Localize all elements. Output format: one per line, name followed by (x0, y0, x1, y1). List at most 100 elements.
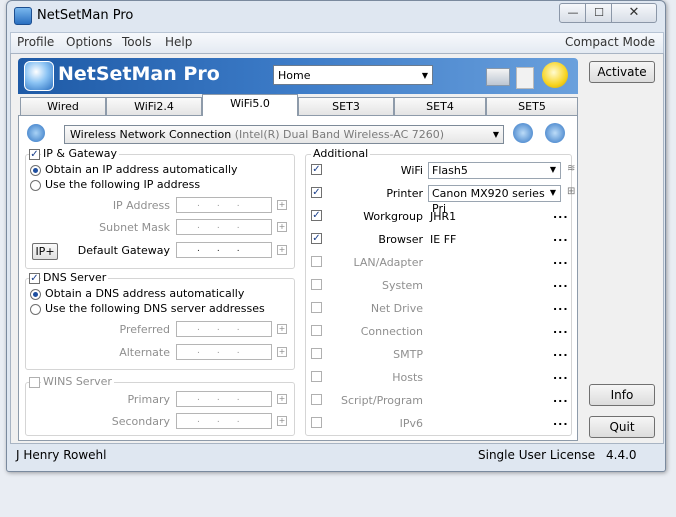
subnet-mask-plus-icon[interactable]: + (277, 222, 287, 232)
activate-button[interactable]: Activate (589, 61, 655, 83)
additional-row-label: Workgroup (363, 210, 423, 223)
additional-row-checkbox[interactable] (311, 348, 322, 359)
preferred-dns-input[interactable]: ... (176, 321, 272, 337)
more-options-button[interactable]: ... (553, 254, 569, 267)
status-license: Single User License (478, 448, 596, 462)
additional-row: ✓ WiFi Flash5 ▼ ≋ (305, 161, 575, 181)
additional-row-checkbox[interactable] (311, 371, 322, 382)
window-title: NetSetMan Pro (37, 8, 134, 23)
additional-row-value: IE FF (430, 233, 457, 246)
wifi-scan-icon[interactable]: ≋ (567, 163, 575, 174)
minimize-button[interactable]: — (559, 3, 587, 23)
default-gateway-plus-icon[interactable]: + (277, 245, 287, 255)
menu-profile[interactable]: Profile (17, 35, 54, 49)
add-adapter-icon[interactable] (27, 124, 45, 142)
printer-add-icon[interactable]: ⊞ (567, 186, 575, 197)
network-icon[interactable] (486, 68, 510, 86)
ip-gateway-group: ✓ IP & Gateway Obtain an IP address auto… (25, 147, 295, 269)
subnet-mask-input[interactable]: ... (176, 219, 272, 235)
chevron-down-icon: ▼ (549, 165, 556, 174)
wins-primary-input[interactable]: ... (176, 391, 272, 407)
status-bar: J Henry Rowehl Single User License 4.4.0 (10, 444, 662, 466)
additional-row-checkbox[interactable] (311, 256, 322, 267)
dns-group: ✓ DNS Server Obtain a DNS address automa… (25, 271, 295, 370)
default-gateway-input[interactable]: ... (176, 242, 272, 258)
ip-manual-radio[interactable] (30, 180, 41, 191)
banner-icons (480, 62, 575, 92)
menu-tools[interactable]: Tools (122, 35, 152, 49)
ip-plus-button[interactable]: IP+ (32, 243, 58, 260)
chevron-down-icon: ▼ (421, 71, 428, 80)
wins-secondary-label: Secondary (111, 415, 170, 428)
lightbulb-icon[interactable] (542, 62, 568, 88)
dns-auto-radio[interactable] (30, 289, 41, 300)
tab-wifi24[interactable]: WiFi2.4 (106, 97, 202, 115)
ip-address-plus-icon[interactable]: + (277, 200, 287, 210)
wins-checkbox[interactable] (29, 377, 40, 388)
more-options-button[interactable]: ... (553, 346, 569, 359)
maximize-button[interactable]: ☐ (585, 3, 613, 23)
tab-set3[interactable]: SET3 (298, 97, 394, 115)
additional-row: ✓ Workgroup JHR1... (305, 207, 572, 227)
more-options-button[interactable]: ... (553, 323, 569, 336)
additional-row: Hosts... (305, 368, 572, 388)
dns-manual-radio[interactable] (30, 304, 41, 315)
adapter-name: Wireless Network Connection (70, 128, 232, 141)
profile-select[interactable]: Home ▼ (273, 65, 433, 85)
additional-row-checkbox[interactable]: ✓ (311, 164, 322, 175)
tab-wifi50[interactable]: WiFi5.0 (202, 94, 298, 116)
refresh-icon[interactable] (513, 123, 533, 143)
additional-row-checkbox[interactable] (311, 394, 322, 405)
subnet-mask-label: Subnet Mask (99, 221, 170, 234)
document-icon[interactable] (516, 67, 534, 89)
tab-set5[interactable]: SET5 (486, 97, 578, 115)
info-button[interactable]: Info (589, 384, 655, 406)
additional-row: System... (305, 276, 572, 296)
alternate-dns-plus-icon[interactable]: + (277, 347, 287, 357)
netsetman-logo-icon (24, 61, 54, 91)
additional-row-checkbox[interactable] (311, 279, 322, 290)
additional-row-checkbox[interactable]: ✓ (311, 187, 322, 198)
close-button[interactable]: ✕ (611, 3, 657, 23)
more-options-button[interactable]: ... (553, 277, 569, 290)
adapter-select[interactable]: Wireless Network Connection (Intel(R) Du… (64, 125, 504, 144)
additional-row-checkbox[interactable] (311, 325, 322, 336)
ip-gateway-checkbox[interactable]: ✓ (29, 149, 40, 160)
compact-mode-link[interactable]: Compact Mode (565, 35, 655, 49)
more-options-button[interactable]: ... (553, 231, 569, 244)
wifi-select[interactable]: Flash5 ▼ (428, 162, 561, 179)
app-icon (14, 7, 32, 25)
power-icon[interactable] (545, 123, 565, 143)
additional-row-checkbox[interactable]: ✓ (311, 210, 322, 221)
printer-select[interactable]: Canon MX920 series Pri ▼ (428, 185, 561, 215)
wins-secondary-plus-icon[interactable]: + (277, 416, 287, 426)
dns-checkbox[interactable]: ✓ (29, 273, 40, 284)
more-options-button[interactable]: ... (553, 208, 569, 221)
tab-panel: Wireless Network Connection (Intel(R) Du… (18, 115, 578, 441)
wins-primary-plus-icon[interactable]: + (277, 394, 287, 404)
additional-row-checkbox[interactable]: ✓ (311, 233, 322, 244)
menu-help[interactable]: Help (165, 35, 192, 49)
wins-secondary-input[interactable]: ... (176, 413, 272, 429)
more-options-button[interactable]: ... (553, 415, 569, 428)
ip-auto-radio[interactable] (30, 165, 41, 176)
menu-options[interactable]: Options (66, 35, 112, 49)
wins-group: WINS Server Primary ... + Secondary ... … (25, 375, 295, 436)
preferred-dns-plus-icon[interactable]: + (277, 324, 287, 334)
alternate-dns-label: Alternate (119, 346, 170, 359)
additional-row-checkbox[interactable] (311, 302, 322, 313)
additional-row-checkbox[interactable] (311, 417, 322, 428)
ip-manual-label: Use the following IP address (45, 178, 201, 191)
more-options-button[interactable]: ... (553, 300, 569, 313)
additional-row: IPv6... (305, 414, 572, 434)
additional-row: Net Drive... (305, 299, 572, 319)
additional-row-value: JHR1 (430, 210, 457, 223)
app-name: NetSetMan Pro (58, 63, 220, 85)
alternate-dns-input[interactable]: ... (176, 344, 272, 360)
tab-wired[interactable]: Wired (20, 97, 106, 115)
quit-button[interactable]: Quit (589, 416, 655, 438)
tab-set4[interactable]: SET4 (394, 97, 486, 115)
more-options-button[interactable]: ... (553, 392, 569, 405)
ip-address-input[interactable]: ... (176, 197, 272, 213)
more-options-button[interactable]: ... (553, 369, 569, 382)
